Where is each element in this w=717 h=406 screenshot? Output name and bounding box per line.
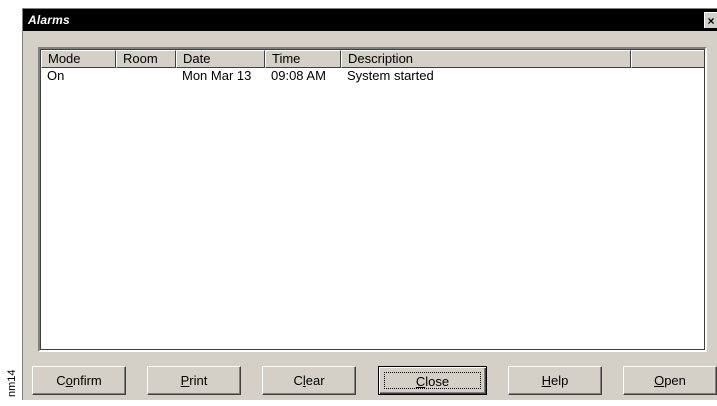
open-label-after: pen (664, 373, 686, 388)
alarm-description: System started (347, 68, 434, 83)
column-header-date[interactable]: Date (176, 50, 265, 68)
column-header-description[interactable]: Description (341, 50, 631, 68)
clear-button[interactable]: Clear (262, 366, 356, 395)
confirm-button[interactable]: Confirm (32, 366, 126, 395)
alarm-list-header: Mode Room Date Time Description (41, 50, 705, 68)
column-header-mode[interactable]: Mode (41, 50, 116, 68)
clear-label-after: ear (305, 373, 325, 388)
alarm-row[interactable]: On Mon Mar 13 09:08 AM System started (41, 68, 705, 84)
window-title: Alarms (28, 13, 70, 27)
help-mnemonic: H (541, 373, 552, 388)
close-mnemonic: C (415, 374, 426, 389)
open-button[interactable]: Open (623, 366, 717, 395)
alarm-list[interactable]: Mode Room Date Time Description On Mon M… (38, 47, 707, 352)
print-label-after: rint (189, 373, 208, 388)
column-header-room[interactable]: Room (116, 50, 176, 68)
confirm-label-after: nfirm (72, 373, 102, 388)
button-bar: Confirm Print Clear Close Help Open (23, 366, 717, 395)
column-header-time[interactable]: Time (265, 50, 341, 68)
help-label-after: elp (551, 373, 569, 388)
page: nm14 Alarms × Mode Room Date Time Descri… (0, 0, 717, 406)
clear-label-before: C (293, 373, 303, 388)
alarm-room (116, 68, 176, 84)
print-mnemonic: P (180, 373, 190, 388)
title-bar[interactable]: Alarms × (23, 9, 717, 31)
close-icon[interactable]: × (704, 12, 717, 28)
close-button[interactable]: Close (378, 366, 487, 395)
close-label-after: lose (425, 374, 450, 389)
confirm-mnemonic: o (65, 373, 73, 388)
column-header-filler (631, 50, 705, 68)
alarm-mode: On (47, 68, 65, 83)
alarm-time: 09:08 AM (271, 68, 326, 83)
open-mnemonic: O (654, 373, 665, 388)
confirm-label-before: C (56, 373, 66, 388)
print-button[interactable]: Print (147, 366, 241, 395)
close-button-focus: Close (384, 372, 481, 389)
alarms-dialog: Alarms × Mode Room Date Time Description… (22, 8, 717, 400)
help-button[interactable]: Help (508, 366, 602, 395)
alarm-date: Mon Mar 13 (182, 68, 252, 83)
